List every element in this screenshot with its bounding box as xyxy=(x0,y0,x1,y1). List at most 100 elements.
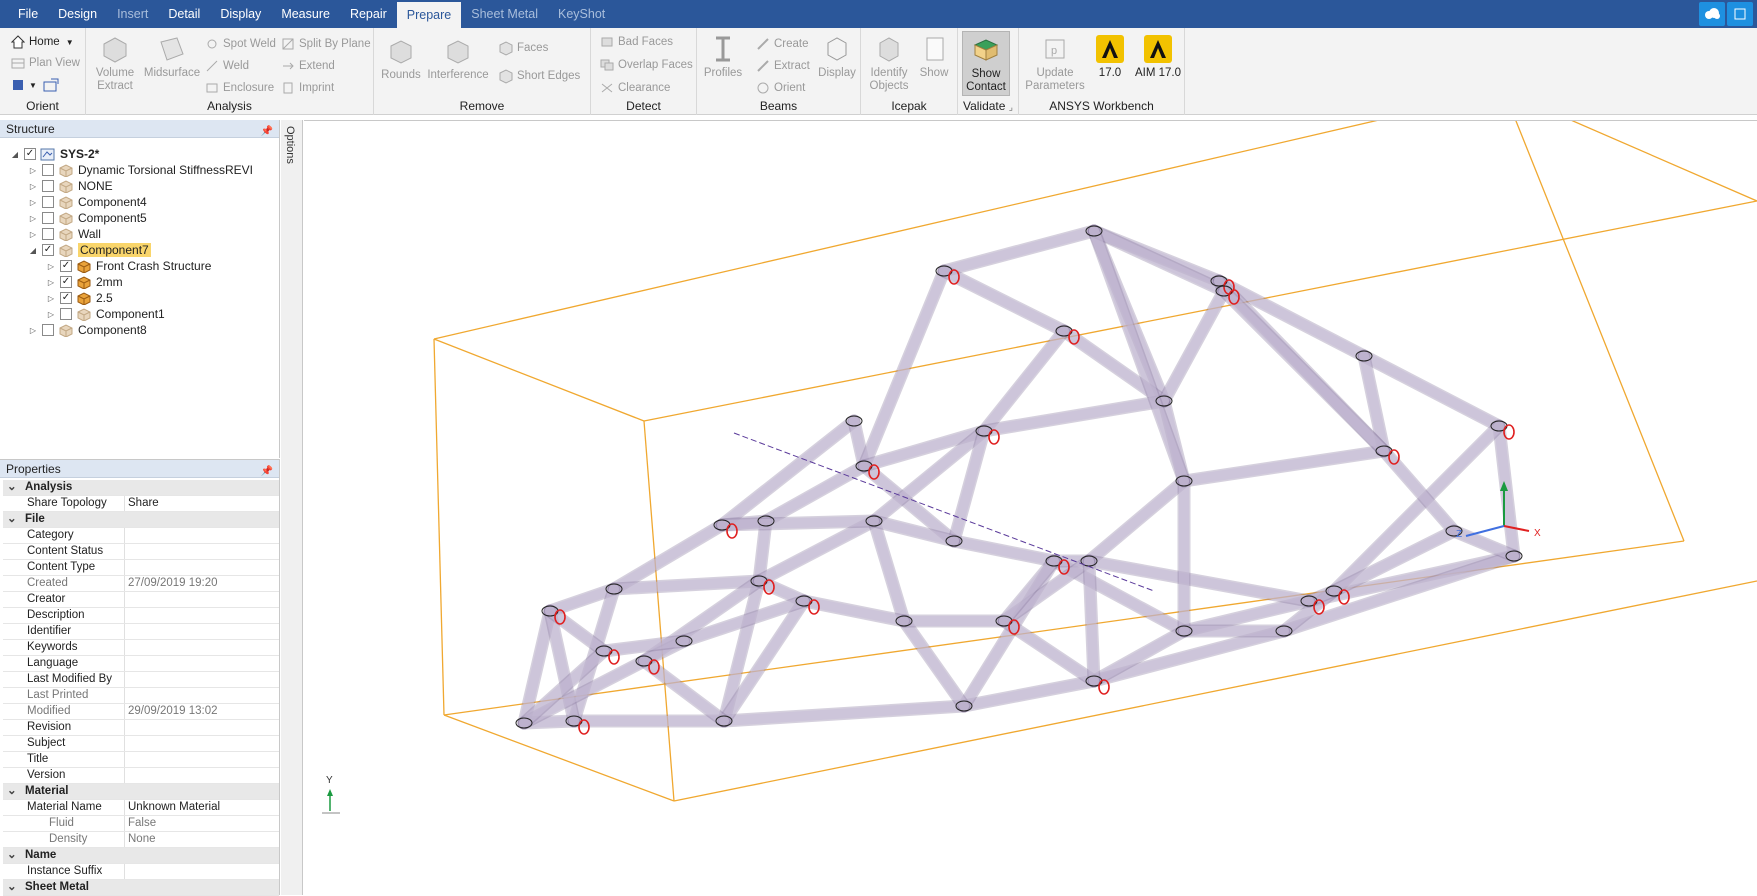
property-row[interactable]: Description xyxy=(3,608,279,624)
property-row[interactable]: Creator xyxy=(3,592,279,608)
visibility-checkbox[interactable] xyxy=(42,324,54,336)
property-row[interactable]: Created 27/09/2019 19:20 xyxy=(3,576,279,592)
property-category[interactable]: ⌄ Material xyxy=(3,784,279,800)
chevron-down-icon[interactable]: ⌄ xyxy=(7,848,25,863)
property-row[interactable]: Content Type xyxy=(3,560,279,576)
property-value[interactable] xyxy=(125,736,279,751)
property-row[interactable]: Category xyxy=(3,528,279,544)
menu-tab-file[interactable]: File xyxy=(0,0,48,28)
property-row[interactable]: Material Name Unknown Material xyxy=(3,800,279,816)
expand-icon[interactable]: ▷ xyxy=(46,293,56,303)
visibility-checkbox[interactable]: ✓ xyxy=(60,260,72,272)
expand-icon[interactable]: ▷ xyxy=(28,325,38,335)
interference-button[interactable]: Interference xyxy=(426,36,490,82)
tree-item[interactable]: ▷ ✓ Front Crash Structure xyxy=(46,258,211,274)
property-value[interactable] xyxy=(125,592,279,607)
visibility-checkbox[interactable] xyxy=(60,308,72,320)
3d-viewport[interactable]: X Z Y xyxy=(304,120,1757,895)
options-tab-label[interactable]: Options xyxy=(284,126,296,164)
property-row[interactable]: Modified 29/09/2019 13:02 xyxy=(3,704,279,720)
collapse-icon[interactable]: ◢ xyxy=(28,245,38,255)
property-row[interactable]: Content Status xyxy=(3,544,279,560)
menu-tab-design[interactable]: Design xyxy=(48,0,107,28)
frame-model-view[interactable]: X Z Y xyxy=(304,121,1757,896)
short-edges-button[interactable]: Short Edges xyxy=(498,68,580,84)
property-value[interactable]: Unknown Material xyxy=(125,800,279,815)
property-value[interactable] xyxy=(125,608,279,623)
imprint-button[interactable]: Imprint xyxy=(280,80,334,96)
tree-item[interactable]: ▷ ✓ 2mm xyxy=(46,274,123,290)
spot-weld-button[interactable]: Spot Weld xyxy=(204,36,276,52)
tree-item[interactable]: ▷ ✓ 2.5 xyxy=(46,290,113,306)
visibility-checkbox[interactable] xyxy=(42,180,54,192)
midsurface-button[interactable]: Midsurface xyxy=(140,34,204,80)
view-cube-button[interactable]: ▼ xyxy=(10,77,62,93)
menu-tab-prepare[interactable]: Prepare xyxy=(396,0,462,28)
property-row[interactable]: Language xyxy=(3,656,279,672)
expand-icon[interactable]: ▷ xyxy=(28,181,38,191)
orient-beam-button[interactable]: Orient xyxy=(755,80,805,96)
collapse-icon[interactable]: ◢ xyxy=(10,149,20,159)
tree-item[interactable]: ▷ Dynamic Torsional StiffnessREVI xyxy=(28,162,253,178)
create-beam-button[interactable]: Create xyxy=(755,36,809,52)
app-icon[interactable] xyxy=(1727,2,1753,26)
extract-beam-button[interactable]: Extract xyxy=(755,58,810,74)
expand-icon[interactable]: ▷ xyxy=(28,213,38,223)
extend-button[interactable]: Extend xyxy=(280,58,335,74)
property-category[interactable]: ⌄ File xyxy=(3,512,279,528)
tree-item[interactable]: ▷ Component5 xyxy=(28,210,147,226)
property-row[interactable]: Last Printed xyxy=(3,688,279,704)
tree-item[interactable]: ▷ Wall xyxy=(28,226,101,242)
profiles-button[interactable]: Profiles xyxy=(703,34,743,80)
property-value[interactable] xyxy=(125,672,279,687)
chevron-down-icon[interactable]: ⌄ xyxy=(7,480,25,495)
property-value[interactable] xyxy=(125,656,279,671)
property-value[interactable]: Share xyxy=(125,496,279,511)
property-value[interactable] xyxy=(125,768,279,783)
rounds-button[interactable]: Rounds xyxy=(378,36,424,82)
tree-item[interactable]: ◢ ✓ SYS-2* xyxy=(10,146,99,162)
chevron-down-icon[interactable]: ⌄ xyxy=(7,512,25,527)
property-row[interactable]: Fluid False xyxy=(3,816,279,832)
tree-item[interactable]: ▷ NONE xyxy=(28,178,113,194)
expand-icon[interactable]: ▷ xyxy=(46,309,56,319)
property-category[interactable]: ⌄ Name xyxy=(3,848,279,864)
pin-icon[interactable]: 📌 xyxy=(261,123,273,141)
tree-item[interactable]: ◢ ✓ Component7 xyxy=(28,242,151,258)
bad-faces-button[interactable]: Bad Faces xyxy=(599,34,673,50)
property-value[interactable] xyxy=(125,688,279,703)
property-value[interactable]: 27/09/2019 19:20 xyxy=(125,576,279,591)
property-row[interactable]: Identifier xyxy=(3,624,279,640)
options-strip[interactable]: Options xyxy=(281,120,303,895)
menu-tab-measure[interactable]: Measure xyxy=(271,0,340,28)
menu-tab-insert[interactable]: Insert xyxy=(107,0,158,28)
aim-17-button[interactable]: AIM 17.0 xyxy=(1133,34,1183,80)
property-row[interactable]: Instance Suffix xyxy=(3,864,279,880)
property-value[interactable] xyxy=(125,544,279,559)
expand-icon[interactable]: ▷ xyxy=(46,261,56,271)
property-category[interactable]: ⌄ Analysis xyxy=(3,480,279,496)
property-value[interactable]: None xyxy=(125,832,279,847)
expand-icon[interactable]: ▷ xyxy=(28,165,38,175)
cloud-icon[interactable] xyxy=(1699,2,1725,26)
tree-item[interactable]: ▷ Component8 xyxy=(28,322,147,338)
property-row[interactable]: Subject xyxy=(3,736,279,752)
update-parameters-button[interactable]: p Update Parameters xyxy=(1023,34,1087,93)
expand-icon[interactable]: ▷ xyxy=(46,277,56,287)
enclosure-button[interactable]: Enclosure xyxy=(204,80,274,96)
property-row[interactable]: Last Modified By xyxy=(3,672,279,688)
expand-icon[interactable]: ▷ xyxy=(28,229,38,239)
chevron-down-icon[interactable]: ⌄ xyxy=(7,784,25,799)
property-value[interactable] xyxy=(125,752,279,767)
tree-item[interactable]: ▷ Component4 xyxy=(28,194,147,210)
faces-button[interactable]: Faces xyxy=(498,40,548,56)
property-category[interactable]: ⌄ Sheet Metal xyxy=(3,880,279,896)
overlap-faces-button[interactable]: Overlap Faces xyxy=(599,57,693,73)
property-value[interactable] xyxy=(125,560,279,575)
property-row[interactable]: Revision xyxy=(3,720,279,736)
menu-tab-detail[interactable]: Detail xyxy=(158,0,210,28)
property-value[interactable] xyxy=(125,640,279,655)
tree-item[interactable]: ▷ Component1 xyxy=(46,306,165,322)
menu-tab-repair[interactable]: Repair xyxy=(340,0,397,28)
visibility-checkbox[interactable] xyxy=(42,164,54,176)
